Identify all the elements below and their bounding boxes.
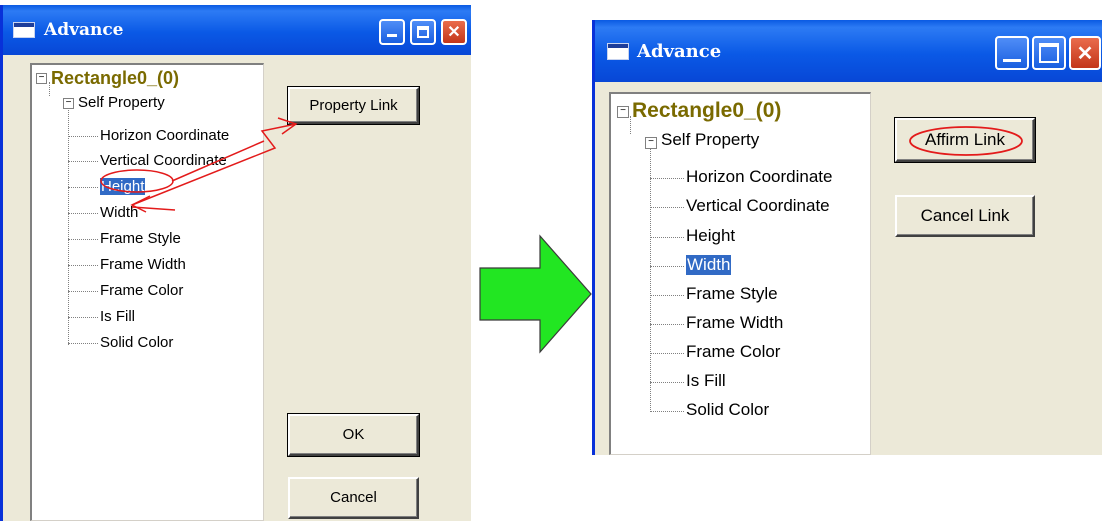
cancel-button[interactable]: Cancel: [288, 477, 419, 519]
ok-button[interactable]: OK: [287, 413, 420, 457]
tree-root[interactable]: Rectangle0_(0): [632, 99, 781, 123]
cancel-link-button[interactable]: Cancel Link: [895, 195, 1035, 237]
tree-group-self-property[interactable]: Self Property: [661, 130, 759, 150]
property-tree[interactable]: − Rectangle0_(0) − Self Property Horizon…: [609, 92, 871, 455]
advance-dialog-right: Advance ✕ − Rectangle0_(0) − Self Proper…: [592, 20, 1102, 455]
tree-item[interactable]: Is Fill: [100, 308, 135, 325]
right-arrow-icon: [479, 234, 592, 354]
tree-item[interactable]: Frame Width: [100, 256, 186, 273]
tree-item-selected[interactable]: Height: [100, 178, 146, 195]
tree-item[interactable]: Width: [100, 204, 138, 221]
tree-item[interactable]: Vertical Coordinate: [100, 152, 227, 169]
minimize-icon[interactable]: [379, 19, 405, 45]
window-title: Advance: [44, 20, 124, 40]
window-icon: [13, 22, 35, 38]
tree-item[interactable]: Frame Color: [686, 342, 780, 362]
collapse-root-icon[interactable]: −: [617, 106, 629, 118]
title-bar[interactable]: Advance ✕: [3, 5, 471, 55]
affirm-link-highlight: [909, 126, 1023, 156]
collapse-root-icon[interactable]: −: [36, 73, 47, 84]
tree-item[interactable]: Vertical Coordinate: [686, 196, 830, 216]
tree-item[interactable]: Solid Color: [686, 400, 769, 420]
tree-item[interactable]: Solid Color: [100, 334, 173, 351]
tree-item[interactable]: Frame Width: [686, 313, 783, 333]
tree-item-selected[interactable]: Width: [686, 255, 732, 275]
close-icon[interactable]: ✕: [441, 19, 467, 45]
close-icon[interactable]: ✕: [1069, 36, 1101, 70]
tree-group-self-property[interactable]: Self Property: [78, 94, 165, 111]
window-icon: [607, 43, 629, 60]
maximize-icon[interactable]: [1032, 36, 1066, 70]
tree-item[interactable]: Frame Style: [686, 284, 778, 304]
maximize-icon[interactable]: [410, 19, 436, 45]
advance-dialog-left: Advance ✕ − Rectangle0_(0) − Self Proper…: [0, 5, 471, 521]
tree-root[interactable]: Rectangle0_(0): [51, 68, 179, 89]
tree-item[interactable]: Is Fill: [686, 371, 726, 391]
tree-item[interactable]: Horizon Coordinate: [686, 167, 832, 187]
collapse-group-icon[interactable]: −: [63, 98, 74, 109]
minimize-icon[interactable]: [995, 36, 1029, 70]
tree-item[interactable]: Frame Style: [100, 230, 181, 247]
property-tree[interactable]: − Rectangle0_(0) − Self Property Horizon…: [30, 63, 264, 521]
tree-item[interactable]: Frame Color: [100, 282, 183, 299]
tree-item[interactable]: Horizon Coordinate: [100, 127, 229, 144]
collapse-group-icon[interactable]: −: [645, 137, 657, 149]
window-title: Advance: [637, 41, 722, 62]
tree-item[interactable]: Height: [686, 226, 735, 246]
title-bar[interactable]: Advance ✕: [595, 20, 1102, 82]
property-link-button[interactable]: Property Link: [287, 86, 420, 125]
